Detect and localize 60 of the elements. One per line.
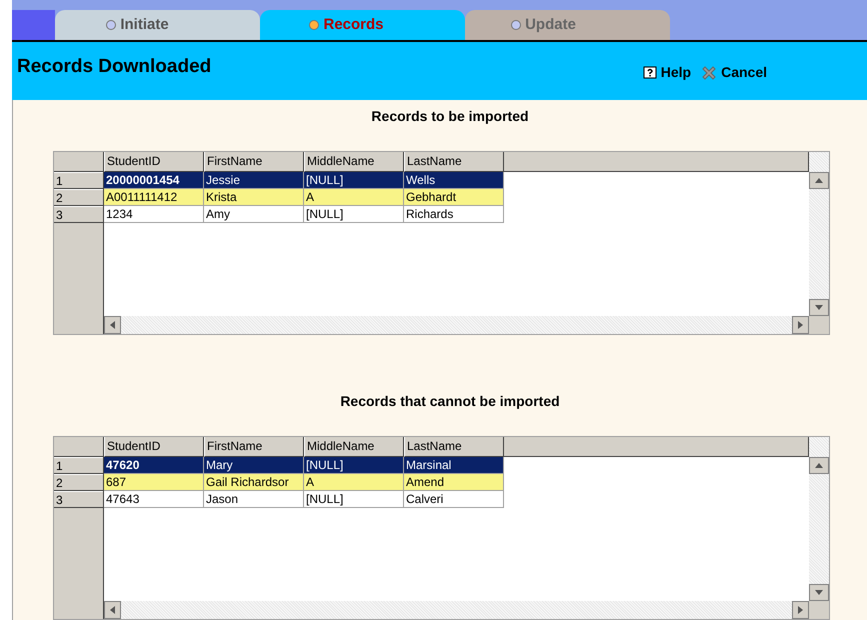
- help-icon: [642, 66, 657, 80]
- left-arrow-icon: [110, 606, 115, 614]
- scroll-right-button[interactable]: [792, 601, 809, 619]
- tab[interactable]: Initiate: [55, 10, 260, 40]
- table-cell: 1234: [104, 206, 204, 223]
- column-header[interactable]: FirstName: [204, 437, 304, 457]
- tab-strip-logo: [12, 10, 55, 40]
- help-button[interactable]: Help: [642, 62, 692, 83]
- row-header[interactable]: 1: [54, 457, 103, 474]
- up-arrow-icon: [815, 463, 823, 468]
- cross-icon: [701, 64, 718, 80]
- column-header[interactable]: FirstName: [204, 152, 304, 172]
- column-header[interactable]: LastName: [404, 152, 504, 172]
- row-header[interactable]: 3: [54, 491, 103, 508]
- scroll-down-button[interactable]: [809, 584, 829, 601]
- table-cell: Jason: [204, 491, 304, 508]
- row-header[interactable]: 2: [54, 474, 103, 491]
- scroll-right-button[interactable]: [792, 316, 809, 334]
- table-cell: Richards: [404, 206, 504, 223]
- column-header[interactable]: StudentID: [104, 152, 204, 172]
- scroll-left-button[interactable]: [104, 316, 121, 334]
- tab[interactable]: Records: [260, 10, 465, 40]
- grid-title: Records that cannot be imported: [340, 392, 560, 411]
- table-cell: Amy: [204, 206, 304, 223]
- table-cell: Calveri: [404, 491, 504, 508]
- grid-title: Records to be imported: [371, 107, 529, 126]
- down-arrow-icon: [815, 590, 823, 595]
- column-header[interactable]: LastName: [404, 437, 504, 457]
- horizontal-scrollbar[interactable]: [104, 316, 809, 334]
- column-header[interactable]: MiddleName: [304, 152, 404, 172]
- table-cell: [NULL]: [304, 206, 404, 223]
- column-header[interactable]: MiddleName: [304, 437, 404, 457]
- table-row[interactable]: 687 Gail Richardsor A Amend: [104, 474, 504, 491]
- table-row[interactable]: 1234 Amy [NULL] Richards: [104, 206, 504, 223]
- row-header[interactable]: 2: [54, 189, 103, 206]
- scrollbar-corner: [809, 316, 829, 334]
- page-title: Records Downloaded: [17, 55, 212, 79]
- scroll-up-button[interactable]: [809, 172, 829, 189]
- row-header[interactable]: 3: [54, 206, 103, 223]
- right-arrow-icon: [798, 321, 803, 329]
- cancel-button[interactable]: Cancel: [701, 62, 767, 83]
- horizontal-scrollbar[interactable]: [104, 601, 809, 619]
- table-row[interactable]: A0011111412 Krista A Gebhardt: [104, 189, 504, 206]
- vertical-scrollbar[interactable]: [809, 152, 829, 316]
- left-arrow-icon: [110, 321, 115, 329]
- column-header[interactable]: StudentID: [104, 437, 204, 457]
- table-cell: 47643: [104, 491, 204, 508]
- table-cell: [NULL]: [304, 491, 404, 508]
- down-arrow-icon: [815, 305, 823, 310]
- scrollbar-corner: [809, 601, 829, 619]
- vertical-scrollbar[interactable]: [809, 437, 829, 601]
- table-row[interactable]: 47643 Jason [NULL] Calveri: [104, 491, 504, 508]
- table-row[interactable]: 47620 Mary [NULL] Marsinal: [104, 457, 504, 474]
- up-arrow-icon: [815, 178, 823, 183]
- scroll-down-button[interactable]: [809, 299, 829, 316]
- scroll-left-button[interactable]: [104, 601, 121, 619]
- scroll-up-button[interactable]: [809, 457, 829, 474]
- right-arrow-icon: [798, 606, 803, 614]
- row-header[interactable]: 1: [54, 172, 103, 189]
- table-row[interactable]: 20000001454 Jessie [NULL] Wells: [104, 172, 504, 189]
